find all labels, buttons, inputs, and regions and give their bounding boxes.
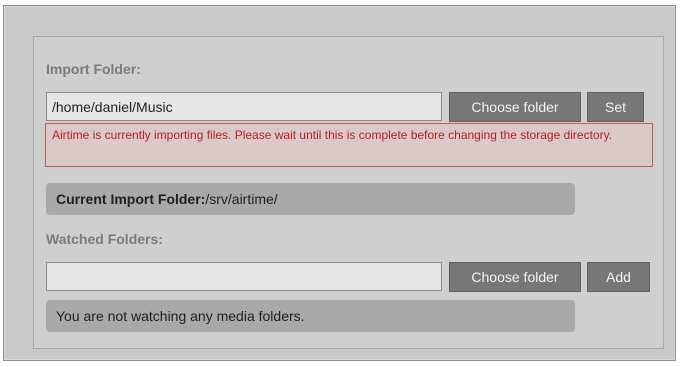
watched-folders-label: Watched Folders: — [46, 231, 163, 247]
current-import-folder-label: Current Import Folder: — [56, 191, 206, 207]
import-folder-label: Import Folder: — [46, 61, 141, 77]
watched-folders-empty-message: You are not watching any media folders. — [46, 300, 575, 332]
import-set-button[interactable]: Set — [587, 92, 644, 122]
import-error-message: Airtime is currently importing files. Pl… — [45, 123, 653, 167]
import-choose-folder-button[interactable]: Choose folder — [449, 92, 581, 122]
watched-add-button[interactable]: Add — [587, 262, 650, 292]
current-import-folder-box: Current Import Folder:/srv/airtime/ — [46, 183, 575, 215]
preferences-dialog: Import Folder: Choose folder Set Airtime… — [3, 5, 676, 361]
watched-choose-folder-button[interactable]: Choose folder — [449, 262, 581, 292]
import-folder-input[interactable] — [46, 92, 442, 121]
media-folders-panel: Import Folder: Choose folder Set Airtime… — [33, 36, 664, 349]
current-import-folder-value: /srv/airtime/ — [205, 191, 278, 207]
watched-folder-input[interactable] — [46, 262, 442, 291]
